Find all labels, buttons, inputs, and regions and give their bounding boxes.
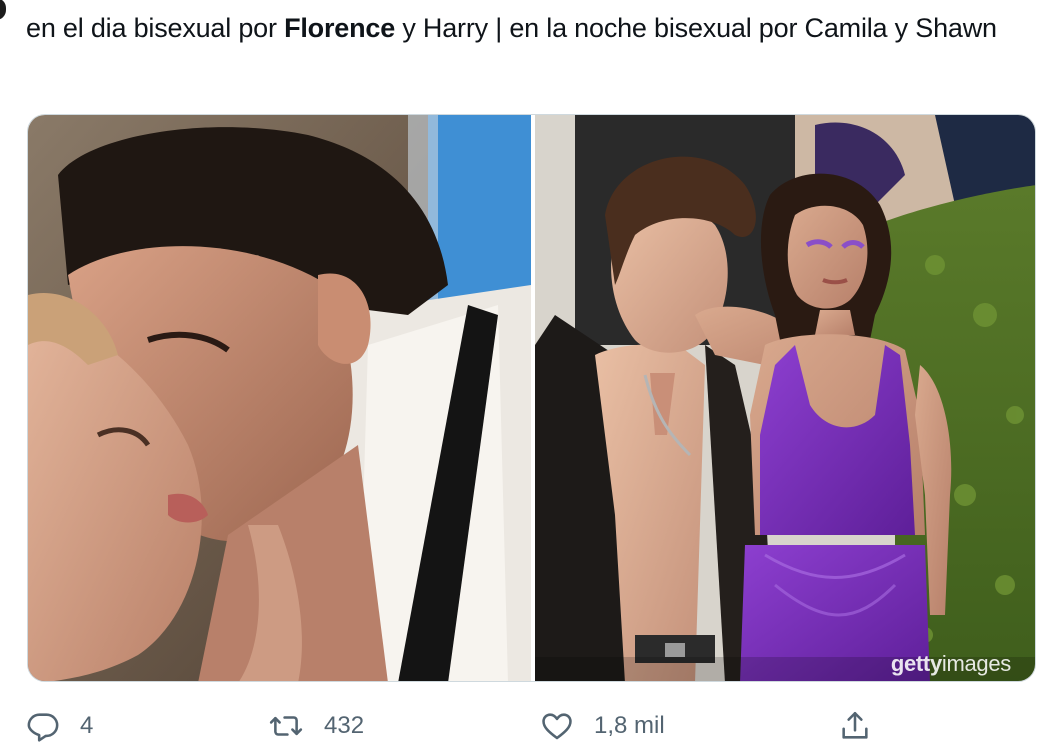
heart-icon — [542, 713, 572, 740]
retweet-button[interactable]: 432 — [268, 708, 364, 744]
tweet-text-bold: Florence — [284, 13, 396, 43]
watermark-rest: images — [941, 651, 1011, 676]
tweet-text-part2: y Harry | en la noche bisexual por Camil… — [395, 13, 997, 43]
photo-kiss-illustration — [28, 115, 531, 681]
retweet-icon — [269, 716, 303, 736]
photo-couple-illustration — [535, 115, 1035, 681]
tweet-text: en el dia bisexual por Florence y Harry … — [26, 8, 1036, 48]
watermark-bold: getty — [890, 651, 942, 676]
share-icon — [842, 711, 868, 739]
avatar-edge — [0, 0, 6, 20]
reply-count: 4 — [80, 712, 94, 739]
retweet-count: 432 — [324, 712, 365, 739]
tweet-media: gettyimages — [27, 114, 1036, 682]
reply-icon — [27, 713, 59, 742]
reply-button[interactable]: 4 — [26, 708, 93, 744]
like-count: 1,8 mil — [594, 712, 665, 739]
tweet-text-part1: en el dia bisexual por — [26, 13, 285, 43]
photo-kiss[interactable] — [28, 115, 531, 681]
like-button[interactable]: 1,8 mil — [540, 708, 665, 744]
tweet-actions: 4 432 1,8 mil — [0, 700, 1064, 754]
getty-watermark: gettyimages — [891, 651, 1011, 677]
photo-couple[interactable]: gettyimages — [535, 115, 1035, 681]
share-button[interactable] — [838, 708, 872, 744]
